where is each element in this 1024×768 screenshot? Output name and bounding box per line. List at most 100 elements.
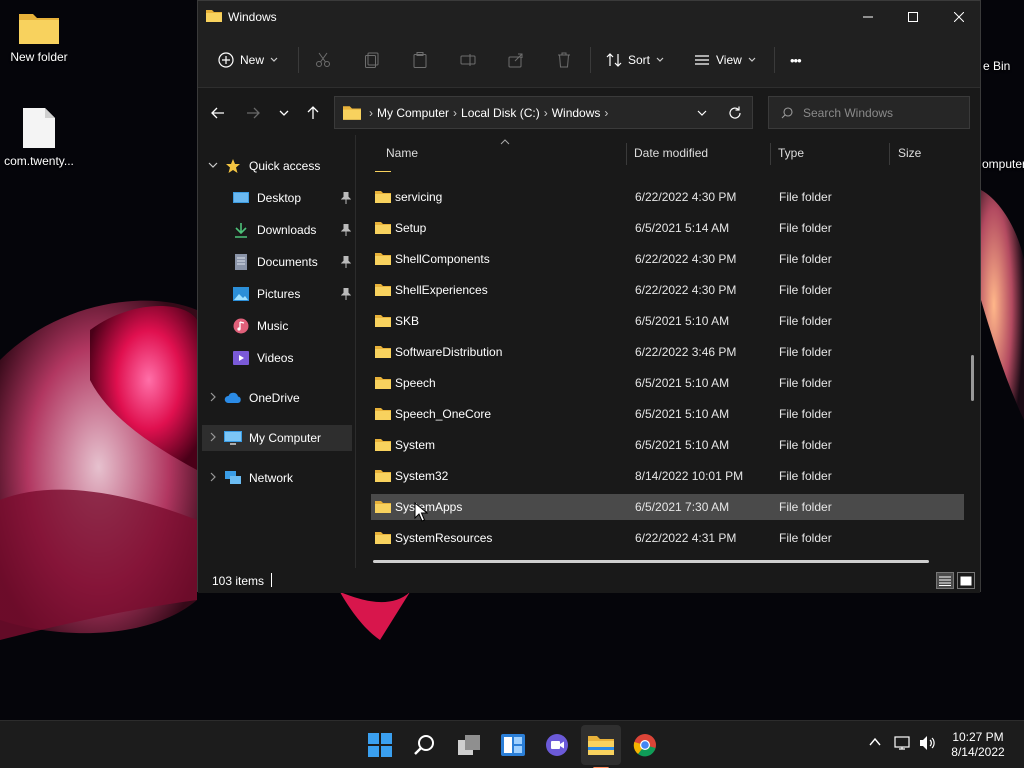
column-header-name[interactable]: Name <box>386 146 418 160</box>
breadcrumb-windows[interactable]: Windows <box>552 106 601 120</box>
file-name: ShellExperiences <box>395 283 488 297</box>
file-date-modified: 6/22/2022 4:30 PM <box>635 252 737 266</box>
column-header-date-modified[interactable]: Date modified <box>634 146 708 160</box>
recent-locations-button[interactable] <box>272 101 296 125</box>
pin-icon[interactable] <box>341 288 351 300</box>
desktop-icon-computer-label[interactable]: omputer <box>982 157 1024 171</box>
chevron-right-icon <box>210 432 216 442</box>
teams-chat-button[interactable] <box>537 725 577 765</box>
sidebar-item-onedrive[interactable]: OneDrive <box>202 385 352 411</box>
pin-icon[interactable] <box>341 192 351 204</box>
horizontal-scrollbar-thumb[interactable] <box>373 560 929 563</box>
new-button[interactable]: New <box>218 46 278 74</box>
file-type: File folder <box>779 407 832 421</box>
chevron-down-icon[interactable] <box>697 105 707 121</box>
column-divider[interactable] <box>770 143 771 165</box>
folder-icon <box>375 284 391 296</box>
table-row[interactable]: SystemResources 6/22/2022 4:31 PM File fol… <box>371 525 964 551</box>
file-explorer-taskbar-button[interactable] <box>581 725 621 768</box>
cut-button[interactable] <box>315 46 331 74</box>
column-header-size[interactable]: Size <box>898 146 921 160</box>
breadcrumb-local-disk[interactable]: Local Disk (C:) <box>461 106 540 120</box>
start-button[interactable] <box>360 725 400 765</box>
table-row[interactable]: servicing 6/22/2022 4:30 PM File folder <box>371 184 964 210</box>
breadcrumb-my-computer[interactable]: My Computer <box>377 106 449 120</box>
desktop-icon-new-folder[interactable]: New folder <box>0 10 78 64</box>
column-divider[interactable] <box>626 143 627 165</box>
table-row[interactable]: Speech 6/5/2021 5:10 AM File folder <box>371 370 964 396</box>
folder-icon <box>375 439 391 451</box>
table-row[interactable]: ShellComponents 6/22/2022 4:30 PM File fol… <box>371 246 964 272</box>
back-button[interactable] <box>206 101 230 125</box>
arrow-up-icon <box>307 106 319 119</box>
paste-button[interactable] <box>412 46 428 74</box>
table-row[interactable]: ShellExperiences 6/22/2022 4:30 PM File fo… <box>371 277 964 303</box>
rename-button[interactable] <box>460 46 476 74</box>
breadcrumb-separator[interactable]: › <box>453 106 457 120</box>
vertical-scrollbar-thumb[interactable] <box>971 355 974 401</box>
volume-icon[interactable] <box>919 735 937 751</box>
breadcrumb-separator[interactable]: › <box>544 106 548 120</box>
up-button[interactable] <box>301 101 325 125</box>
sidebar-item-my-computer[interactable]: My Computer <box>202 425 352 451</box>
table-row[interactable]: System 6/5/2021 5:10 AM File folder <box>371 432 964 458</box>
sidebar-item-network[interactable]: Network <box>202 465 352 491</box>
table-row[interactable]: Speech_OneCore 6/5/2021 5:10 AM File folde… <box>371 401 964 427</box>
chevron-down-icon <box>656 57 664 62</box>
desktop-icon-recycle-bin-label[interactable]: e Bin <box>983 59 1010 73</box>
delete-button[interactable] <box>556 46 572 74</box>
folder-icon <box>19 14 59 44</box>
breadcrumb-separator[interactable]: › <box>604 106 608 120</box>
chevron-up-icon[interactable] <box>868 735 882 749</box>
network-status-icon[interactable] <box>894 735 912 751</box>
column-divider[interactable] <box>889 143 890 165</box>
breadcrumb-separator[interactable]: › <box>369 106 373 120</box>
sort-button[interactable]: Sort <box>606 46 664 74</box>
sidebar-item-music[interactable]: Music <box>202 313 352 339</box>
sidebar-item-documents[interactable]: Documents <box>202 249 352 275</box>
sidebar-item-desktop[interactable]: Desktop <box>202 185 352 211</box>
copy-button[interactable] <box>364 46 380 74</box>
share-button[interactable] <box>508 46 524 74</box>
details-view-button[interactable] <box>936 572 954 589</box>
cloud-icon <box>224 392 241 403</box>
desktop-icon <box>233 192 249 203</box>
sidebar-item-downloads[interactable]: Downloads <box>202 217 352 243</box>
maximize-button[interactable] <box>890 1 936 33</box>
address-bar[interactable]: › My Computer › Local Disk (C:) › Window… <box>334 96 753 129</box>
pin-icon[interactable] <box>341 256 351 268</box>
navigation-pane: Quick access Desktop Downloads Documents <box>198 135 356 568</box>
sidebar-item-pictures[interactable]: Pictures <box>202 281 352 307</box>
table-row[interactable]: Setup 6/5/2021 5:14 AM File folder <box>371 215 964 241</box>
chrome-taskbar-button[interactable] <box>625 725 665 765</box>
refresh-icon[interactable] <box>728 105 742 121</box>
minimize-button[interactable] <box>845 1 891 33</box>
column-header-type[interactable]: Type <box>778 146 804 160</box>
close-button[interactable] <box>936 1 982 33</box>
view-button[interactable]: View <box>694 46 756 74</box>
table-row[interactable]: SystemApps 6/5/2021 7:30 AM File folder <box>371 494 964 520</box>
task-view-button[interactable] <box>449 725 489 765</box>
pin-icon[interactable] <box>341 224 351 236</box>
search-input[interactable] <box>803 105 953 120</box>
sidebar-item-quick-access[interactable]: Quick access <box>202 153 352 179</box>
column-header: Name Date modified Type Size <box>357 135 980 171</box>
system-clock[interactable]: 10:27 PM 8/14/2022 <box>944 730 1012 760</box>
table-row[interactable]: SoftwareDistribution 6/22/2022 3:46 PM Fil… <box>371 339 964 365</box>
search-icon <box>414 735 434 755</box>
toolbar-separator <box>298 47 299 73</box>
taskbar-search-button[interactable] <box>405 725 445 765</box>
title-bar[interactable]: Windows <box>198 1 980 33</box>
sidebar-item-videos[interactable]: Videos <box>202 345 352 371</box>
details-view-icon <box>939 576 951 586</box>
more-options-button[interactable]: ••• <box>790 46 802 74</box>
forward-button[interactable] <box>241 101 265 125</box>
table-row[interactable]: SKB 6/5/2021 5:10 AM File folder <box>371 308 964 334</box>
widgets-button[interactable] <box>493 725 533 765</box>
large-icons-view-button[interactable] <box>957 572 975 589</box>
folder-icon <box>375 346 391 358</box>
sort-icon <box>606 53 622 67</box>
table-row[interactable]: System32 8/14/2022 10:01 PM File folder <box>371 463 964 489</box>
desktop-icon-file[interactable]: com.twenty... <box>0 106 78 168</box>
search-box[interactable] <box>768 96 970 129</box>
